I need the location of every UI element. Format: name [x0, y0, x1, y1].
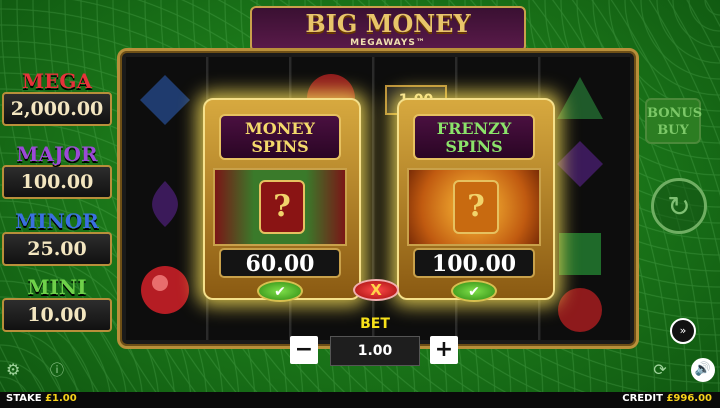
jackpot-mega: MEGA 2,000.00 — [2, 70, 112, 126]
settings-icon: ⚙ — [6, 360, 21, 379]
card-artwork: ? — [213, 168, 347, 246]
card-title-line2: SPINS — [251, 137, 309, 156]
jackpot-value: 100.00 — [2, 165, 112, 199]
jackpot-name: MINI — [27, 275, 87, 299]
red-gem-symbol — [558, 288, 602, 332]
purple-gem-symbol — [152, 181, 178, 227]
stake-value: £1.00 — [45, 393, 77, 404]
red-gem-symbol — [141, 266, 189, 314]
bonus-buy-button[interactable]: BONUS BUY — [645, 98, 703, 144]
bonus-buy-line2: BUY — [657, 123, 689, 138]
info-icon: ⓘ — [50, 363, 64, 379]
card-title-line1: FRENZY — [436, 119, 512, 138]
bet-label: BET — [360, 316, 390, 332]
green-gem-symbol — [559, 233, 601, 275]
card-title-line2: SPINS — [445, 137, 503, 156]
credit-value: £996.00 — [666, 393, 712, 404]
logo-title: BIG MONEY — [305, 9, 471, 38]
money-spins-confirm-button[interactable]: ✔ — [257, 280, 303, 302]
bet-value: 1.00 — [330, 336, 420, 366]
reels-frame: 1.00 — [117, 48, 639, 349]
turbo-button[interactable]: » — [670, 318, 696, 344]
question-mark-icon: ? — [453, 180, 499, 234]
jackpot-value: 25.00 — [2, 232, 112, 266]
credit-label: CREDIT — [622, 393, 663, 404]
jackpot-mini: MINI 10.00 — [2, 276, 112, 332]
card-title: MONEY SPINS — [219, 114, 341, 160]
game-logo: BIG MONEY MEGAWAYS™ — [250, 6, 526, 52]
refresh-icon: ↻ — [667, 189, 691, 223]
logo-subtitle: MEGAWAYS™ — [350, 38, 426, 48]
bonus-buy-line1: BONUS — [647, 106, 703, 121]
jackpot-name: MEGA — [22, 69, 92, 93]
fast-forward-icon: » — [679, 324, 687, 337]
jackpot-major: MAJOR 100.00 — [2, 143, 112, 199]
purple-gem-symbol — [557, 141, 603, 187]
blue-gem-symbol — [140, 75, 190, 125]
jackpot-value: 2,000.00 — [2, 92, 112, 126]
card-price: 100.00 — [413, 248, 535, 278]
jackpot-name: MAJOR — [16, 142, 98, 166]
card-title-line1: MONEY — [245, 119, 315, 138]
green-gem-symbol — [557, 77, 603, 119]
frenzy-spins-card[interactable]: FRENZY SPINS ? 100.00 ✔ — [397, 98, 555, 302]
check-icon: ✔ — [274, 284, 286, 300]
info-button[interactable]: ⓘ — [50, 360, 74, 380]
check-icon: ✔ — [468, 284, 480, 300]
close-button[interactable]: X — [353, 279, 399, 301]
spin-button[interactable]: ↻ — [651, 178, 707, 234]
jackpot-value: 10.00 — [2, 298, 112, 332]
sound-button[interactable]: 🔊 — [691, 358, 715, 382]
credit-display: CREDIT £996.00 — [622, 393, 712, 404]
money-spins-card[interactable]: MONEY SPINS ? 60.00 ✔ — [203, 98, 361, 302]
stake-label: STAKE — [6, 393, 42, 404]
card-title: FRENZY SPINS — [413, 114, 535, 160]
speaker-icon: 🔊 — [694, 362, 712, 377]
question-mark-icon: ? — [259, 180, 305, 234]
settings-button[interactable]: ⚙ — [6, 360, 30, 380]
status-bar: STAKE £1.00 CREDIT £996.00 — [0, 392, 720, 408]
autoplay-icon: ⟳ — [653, 360, 667, 379]
jackpot-name: MINOR — [15, 209, 99, 233]
bet-decrease-button[interactable]: − — [290, 336, 318, 364]
autoplay-button[interactable]: ⟳ — [648, 360, 672, 380]
frenzy-spins-confirm-button[interactable]: ✔ — [451, 280, 497, 302]
card-price: 60.00 — [219, 248, 341, 278]
card-artwork: ? — [407, 168, 541, 246]
jackpot-minor: MINOR 25.00 — [2, 210, 112, 266]
bet-increase-button[interactable]: + — [430, 336, 458, 364]
stake-display: STAKE £1.00 — [6, 393, 77, 404]
reel-1 — [126, 57, 208, 340]
